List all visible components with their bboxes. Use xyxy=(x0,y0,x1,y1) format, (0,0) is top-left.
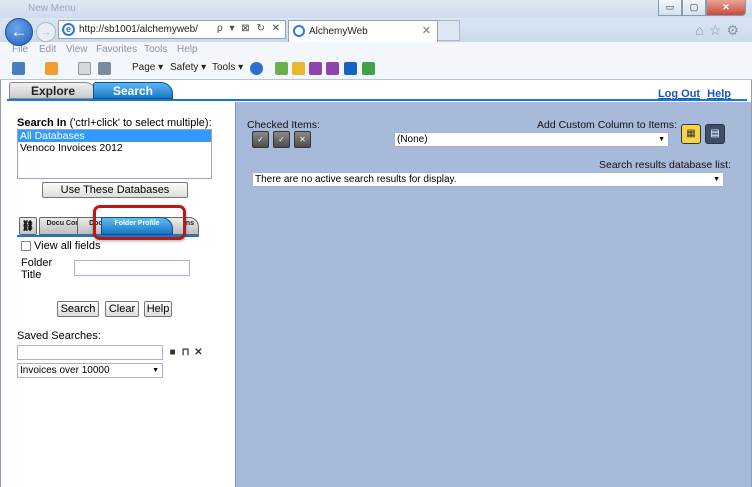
safety-menu[interactable]: Safety ▾ xyxy=(170,62,206,73)
onenote-icon[interactable] xyxy=(309,62,322,75)
feeds-icon[interactable] xyxy=(45,62,58,75)
web-page: Explore Search Log Out Help Search In ('… xyxy=(0,80,752,487)
database-item-all[interactable]: All Databases xyxy=(18,130,211,142)
menu-view[interactable]: View xyxy=(66,44,88,55)
gear-icon[interactable]: ⚙ xyxy=(726,22,744,38)
database-list[interactable]: All Databases Venoco Invoices 2012 xyxy=(17,129,212,179)
search-results-panel: Checked Items: ✓ ✓ ✕ Add Custom Column t… xyxy=(235,102,751,487)
address-url: http://sb1001/alchemyweb/ xyxy=(79,24,198,35)
add-custom-column-label: Add Custom Column to Items: xyxy=(537,119,678,131)
chevron-down-icon: ▼ xyxy=(658,136,665,143)
uncheck-all-icon[interactable]: ✕ xyxy=(294,131,311,148)
back-arrow-icon[interactable]: ← xyxy=(5,18,33,46)
favorites-star-icon[interactable]: ☆ xyxy=(709,22,727,38)
table-view-icon[interactable]: ▤ xyxy=(705,124,725,144)
grid-view-icon[interactable]: ▦ xyxy=(681,124,701,144)
check-page-icon[interactable]: ✓ xyxy=(273,131,290,148)
view-all-fields-checkbox[interactable] xyxy=(21,241,31,251)
saved-search-select[interactable]: Invoices over 10000 ▼ xyxy=(17,363,163,378)
window-controls: ▭ ▢ ✕ xyxy=(658,0,746,16)
messenger-icon[interactable] xyxy=(362,62,375,75)
chevron-down-icon: ▼ xyxy=(152,367,159,374)
ie-logo-icon: e xyxy=(62,23,75,36)
folder-title-label: Folder Title xyxy=(21,257,53,281)
tab-underline xyxy=(7,99,747,101)
print-icon[interactable] xyxy=(98,62,111,75)
research-icon[interactable] xyxy=(292,62,305,75)
help-icon[interactable] xyxy=(250,62,263,75)
help-button[interactable]: Help xyxy=(144,301,172,317)
maximize-button[interactable]: ▢ xyxy=(682,0,706,16)
close-window-button[interactable]: ✕ xyxy=(706,0,746,16)
search-left-panel: Search In ('ctrl+click' to select multip… xyxy=(9,104,231,480)
search-button[interactable]: Search xyxy=(57,301,99,317)
tab-title: AlchemyWeb xyxy=(309,26,368,37)
page-menu[interactable]: Page ▾ xyxy=(132,62,163,73)
save-search-icon[interactable]: ■ xyxy=(167,347,178,358)
highlight-callout xyxy=(93,205,186,240)
custom-column-select[interactable]: (None) ▼ xyxy=(394,132,669,147)
window-title: New Menu xyxy=(28,3,76,14)
checked-items-label: Checked Items: xyxy=(247,119,320,131)
window-title-bar: New Menu ▭ ▢ ✕ xyxy=(0,0,752,18)
address-tools[interactable]: ρ ▾ ⊠ ↻ ✕ xyxy=(217,23,282,34)
tab-search[interactable]: Search xyxy=(93,82,173,99)
delete-search-icon[interactable]: ✕ xyxy=(193,347,204,358)
folder-title-input[interactable] xyxy=(74,260,190,276)
database-item-venoco[interactable]: Venoco Invoices 2012 xyxy=(18,142,211,154)
load-search-icon[interactable]: ⊓ xyxy=(180,347,191,358)
people-icon[interactable] xyxy=(275,62,288,75)
results-database-select[interactable]: There are no active search results for d… xyxy=(252,172,724,187)
new-tab-button[interactable] xyxy=(438,20,460,41)
browser-menu-bar: File Edit View Favorites Tools Help xyxy=(0,42,752,58)
saved-search-input[interactable] xyxy=(17,345,163,360)
command-bar: Page ▾ Safety ▾ Tools ▾ xyxy=(0,58,752,80)
home-icon[interactable]: ⌂ xyxy=(695,22,708,38)
address-bar[interactable]: e http://sb1001/alchemyweb/ ρ ▾ ⊠ ↻ ✕ xyxy=(58,20,286,39)
mail-icon[interactable] xyxy=(78,62,91,75)
forward-arrow-icon[interactable]: → xyxy=(36,22,56,42)
browser-tab[interactable]: AlchemyWeb ✕ xyxy=(288,20,438,42)
home-icon[interactable] xyxy=(12,62,25,75)
check-all-icon[interactable]: ✓ xyxy=(252,131,269,148)
results-database-list-label: Search results database list: xyxy=(599,159,731,171)
minimize-button[interactable]: ▭ xyxy=(658,0,682,16)
logout-link[interactable]: Log Out xyxy=(658,88,700,100)
clear-button[interactable]: Clear xyxy=(105,301,139,317)
use-databases-button[interactable]: Use These Databases xyxy=(42,182,188,198)
saved-searches-label: Saved Searches: xyxy=(17,330,101,342)
view-all-fields-label: View all fields xyxy=(34,240,101,252)
tab-close-icon[interactable]: ✕ xyxy=(422,24,431,37)
menu-tools[interactable]: Tools xyxy=(144,44,167,55)
tab-ie-icon xyxy=(293,25,305,37)
help-link[interactable]: Help xyxy=(707,88,731,100)
binoculars-icon[interactable]: ⛓ xyxy=(19,217,37,235)
menu-help[interactable]: Help xyxy=(177,44,198,55)
search-in-label: Search In ('ctrl+click' to select multip… xyxy=(17,117,212,129)
menu-edit[interactable]: Edit xyxy=(39,44,56,55)
tools-menu[interactable]: Tools ▾ xyxy=(212,62,243,73)
bluetooth-icon[interactable] xyxy=(344,62,357,75)
chevron-down-icon: ▼ xyxy=(713,176,720,183)
onenote-linked-icon[interactable] xyxy=(326,62,339,75)
menu-favorites[interactable]: Favorites xyxy=(96,44,137,55)
tab-explore[interactable]: Explore xyxy=(9,82,97,99)
